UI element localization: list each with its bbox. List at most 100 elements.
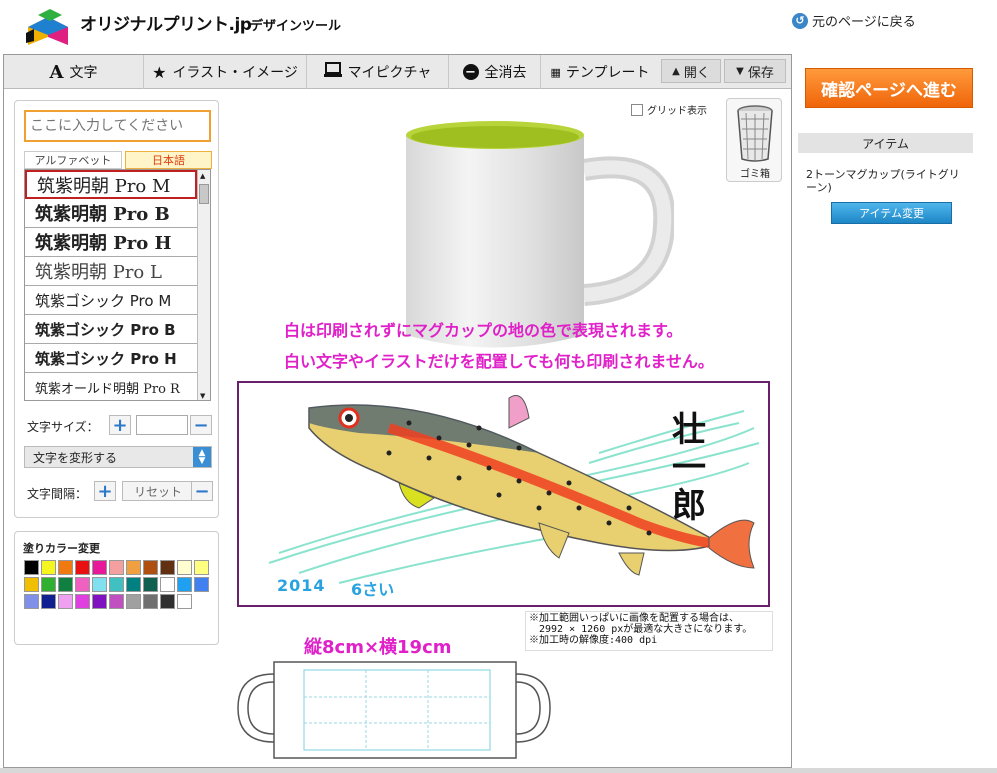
grid-checkbox[interactable] (631, 103, 643, 116)
text-transform-select[interactable]: 文字を変形する ▲ ▼ (24, 446, 212, 468)
font-size-input[interactable] (136, 415, 188, 435)
color-swatch[interactable] (58, 560, 73, 575)
editor-frame: A 文字 ★ イラスト・イメージ マイピクチャ − 全消去 ▦ テンプレート ▲… (3, 54, 792, 768)
fill-color-title: 塗りカラー変更 (23, 542, 100, 555)
template-button[interactable]: ▦ テンプレート (541, 55, 659, 89)
select-arrows-icon: ▲ ▼ (193, 447, 211, 467)
font-item[interactable]: 筑紫明朝 Pro M (25, 170, 197, 199)
color-swatch[interactable] (58, 594, 73, 609)
tab-alphabet[interactable]: アルファベット (24, 151, 122, 169)
color-swatch[interactable] (143, 594, 158, 609)
font-item[interactable]: 筑紫ゴシック Pro H (25, 344, 197, 373)
logo-subtitle: デザインツール (250, 19, 342, 34)
font-size-label: 文字サイズ： (27, 420, 99, 434)
trash-bin[interactable]: ゴミ箱 (726, 98, 782, 182)
color-swatch[interactable] (92, 594, 107, 609)
color-swatch[interactable] (24, 594, 39, 609)
item-name: 2トーンマグカップ(ライトグリーン) (806, 168, 960, 194)
color-swatch[interactable] (177, 577, 192, 592)
tab-my-picture[interactable]: マイピクチャ (307, 55, 449, 89)
letter-spacing-increase-button[interactable]: + (94, 481, 116, 502)
color-swatch[interactable] (92, 577, 107, 592)
font-item[interactable]: 筑紫明朝 Pro B (25, 199, 197, 228)
color-swatch[interactable] (41, 594, 56, 609)
letter-spacing-decrease-button[interactable]: − (191, 481, 213, 502)
proceed-to-confirm-button[interactable]: 確認ページへ進む (805, 68, 973, 108)
tab-text[interactable]: A 文字 (4, 55, 144, 89)
trash-icon (737, 105, 773, 162)
clear-all-button[interactable]: − 全消去 (449, 55, 541, 89)
font-item[interactable]: 筑紫ゴシック Pro M (25, 286, 197, 315)
print-area[interactable]: 壮一郎 2014 6さい (237, 381, 770, 607)
header: オリジナルプリント.jp デザインツール ↺ 元のページに戻る (0, 0, 997, 52)
toolbar: A 文字 ★ イラスト・イメージ マイピクチャ − 全消去 ▦ テンプレート ▲… (4, 55, 791, 89)
color-swatch[interactable] (126, 577, 141, 592)
item-section-header: アイテム (798, 133, 973, 153)
monitor-icon (323, 62, 342, 82)
tab-japanese[interactable]: 日本語 (125, 151, 212, 169)
color-swatch[interactable] (177, 594, 192, 609)
color-swatch[interactable] (92, 560, 107, 575)
color-swatch[interactable] (24, 560, 39, 575)
color-swatch[interactable] (41, 560, 56, 575)
color-swatch[interactable] (194, 560, 209, 575)
color-swatch[interactable] (160, 594, 175, 609)
color-swatches (24, 560, 214, 609)
scroll-up-icon[interactable]: ▲ (200, 172, 205, 180)
color-swatch[interactable] (41, 577, 56, 592)
color-swatch[interactable] (109, 577, 124, 592)
mug-layout-diagram (237, 661, 551, 759)
change-item-button[interactable]: アイテム変更 (831, 202, 952, 224)
back-to-previous-page-link[interactable]: ↺ 元のページに戻る (792, 11, 916, 30)
tab-my-picture-label: マイピクチャ (347, 65, 432, 81)
text-a-icon: A (49, 61, 64, 83)
artwork-year-text: 2014 (277, 576, 326, 595)
open-button[interactable]: ▲ 開く (661, 59, 721, 83)
color-swatch[interactable] (24, 577, 39, 592)
font-item[interactable]: 筑紫オールド明朝 Pro R (25, 373, 197, 400)
color-swatch[interactable] (160, 577, 175, 592)
fill-color-panel: 塗りカラー変更 (14, 531, 219, 645)
back-arrow-icon: ↺ (792, 12, 808, 29)
color-swatch[interactable] (160, 560, 175, 575)
font-list-scrollbar[interactable]: ▲ ▼ (197, 170, 210, 400)
color-swatch[interactable] (75, 560, 90, 575)
color-swatch[interactable] (75, 577, 90, 592)
color-swatch[interactable] (75, 594, 90, 609)
logo-text: オリジナルプリント.jp (80, 15, 252, 35)
scroll-thumb[interactable] (199, 184, 209, 204)
star-icon: ★ (152, 62, 167, 82)
font-size-increase-button[interactable]: + (109, 415, 131, 436)
color-swatch[interactable] (109, 560, 124, 575)
arrow-down-icon: ▼ (736, 65, 744, 77)
color-swatch[interactable] (194, 577, 209, 592)
tab-illustration[interactable]: ★ イラスト・イメージ (144, 55, 307, 89)
save-label: 保存 (747, 65, 774, 81)
grid-icon: ▦ (550, 65, 561, 79)
clear-all-label: 全消去 (484, 65, 527, 81)
print-note-line-2: 2992 × 1260 pxが最適な大きさになります。 (539, 624, 753, 635)
save-button[interactable]: ▼ 保存 (724, 59, 786, 83)
back-link-label: 元のページに戻る (812, 15, 916, 30)
scroll-down-icon[interactable]: ▼ (200, 392, 205, 400)
text-input[interactable] (24, 110, 211, 142)
font-list: 筑紫明朝 Pro M 筑紫明朝 Pro B 筑紫明朝 Pro H 筑紫明朝 Pr… (24, 169, 211, 401)
font-item[interactable]: 筑紫明朝 Pro H (25, 228, 197, 257)
color-swatch[interactable] (126, 594, 141, 609)
color-swatch[interactable] (177, 560, 192, 575)
letter-spacing-reset-button[interactable]: リセット (122, 481, 194, 501)
artwork-age-text: 6さい (351, 580, 395, 599)
arrow-up-icon: ▲ (672, 65, 680, 77)
notice-line-1: 白は印刷されずにマグカップの地の色で表現されます。 (284, 321, 683, 340)
minus-circle-icon: − (462, 64, 479, 80)
font-item[interactable]: 筑紫明朝 Pro L (25, 257, 197, 286)
font-size-decrease-button[interactable]: − (190, 415, 212, 436)
color-swatch[interactable] (143, 577, 158, 592)
font-item[interactable]: 筑紫ゴシック Pro B (25, 315, 197, 344)
color-swatch[interactable] (143, 560, 158, 575)
color-swatch[interactable] (58, 577, 73, 592)
text-transform-label: 文字を変形する (33, 450, 118, 465)
color-swatch[interactable] (109, 594, 124, 609)
color-swatch[interactable] (126, 560, 141, 575)
tab-illustration-label: イラスト・イメージ (172, 65, 298, 81)
